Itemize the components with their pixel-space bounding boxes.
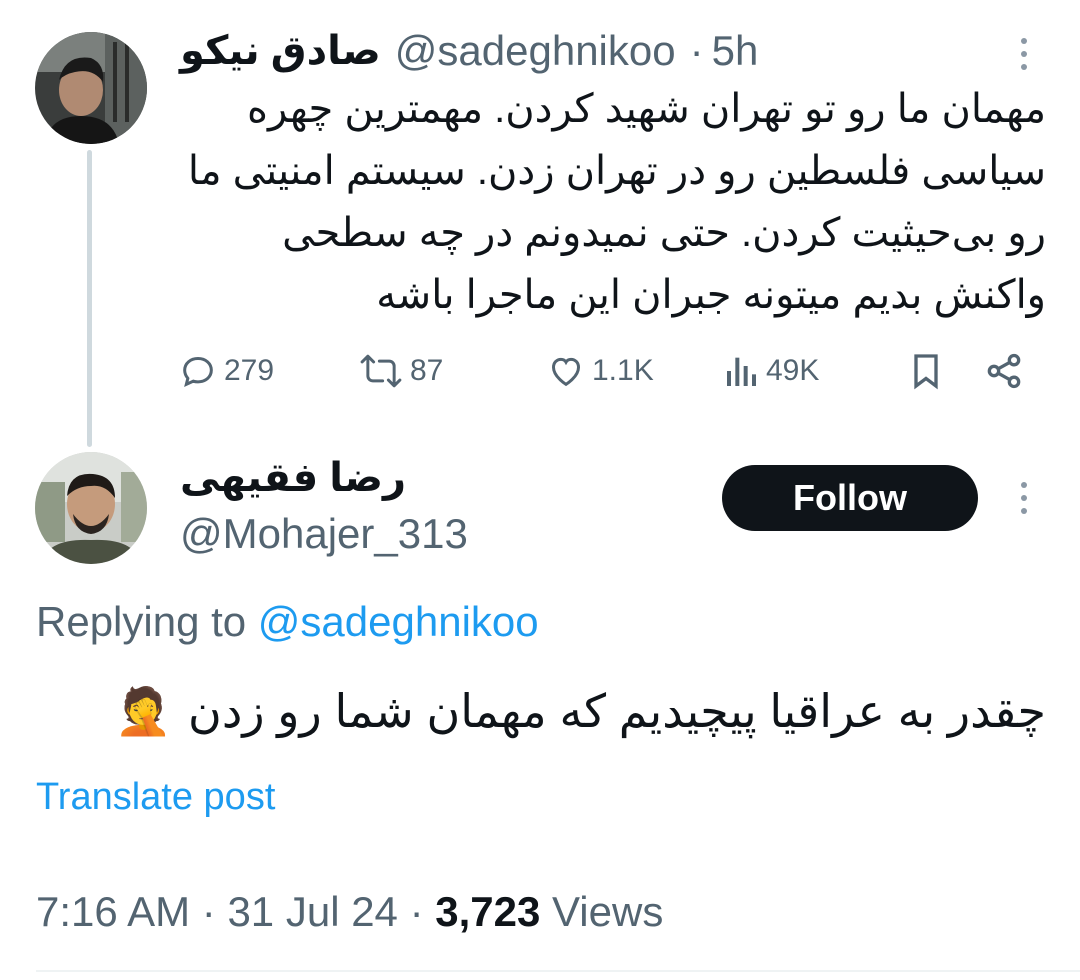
reply-handle[interactable]: @Mohajer_313 [180, 510, 468, 558]
like-count: 1.1K [592, 354, 654, 387]
parent-tweet-header: صادق نیکو @sadeghnikoo · 5h [180, 26, 758, 76]
views-count: 49K [766, 354, 820, 387]
parent-time[interactable]: 5h [712, 27, 759, 75]
parent-text-line: رو بی‌حیثیت کردن. حتی نمیدونم در چه سطحی [282, 211, 1046, 255]
reply-display-name[interactable]: رضا فقیهی [180, 455, 406, 501]
tweet-meta: 7:16 AM · 31 Jul 24 · 3,723 Views [36, 888, 663, 936]
repost-count: 87 [410, 354, 444, 387]
translate-post-link[interactable]: Translate post [36, 776, 275, 819]
bookmark-icon [914, 354, 938, 390]
replying-to-line: Replying to @sadeghnikoo [36, 598, 539, 646]
parent-avatar[interactable] [35, 32, 147, 144]
reply-avatar[interactable] [35, 452, 147, 564]
parent-handle[interactable]: @sadeghnikoo [395, 27, 676, 75]
views-action[interactable]: 49K [724, 348, 819, 394]
reply-action[interactable]: 279 [178, 348, 274, 394]
parent-tweet-text: مهمان ما رو تو تهران شهید کردن. مهمترین … [180, 78, 1046, 326]
thread-line [87, 150, 92, 447]
meta-time[interactable]: 7:16 AM [36, 888, 190, 935]
reply-icon [183, 356, 213, 387]
parent-display-name[interactable]: صادق نیکو [180, 28, 381, 74]
views-label: Views [552, 888, 664, 935]
parent-text-line: مهمان ما رو تو تهران شهید کردن. مهمترین … [247, 87, 1046, 131]
share-action[interactable] [984, 348, 1024, 394]
parent-more-icon[interactable] [1019, 38, 1029, 70]
parent-text-line: سیاسی فلسطین رو در تهران زدن. سیستم امنی… [187, 149, 1046, 193]
bookmark-action[interactable] [906, 348, 946, 394]
meta-separator: · [409, 888, 424, 935]
reply-count: 279 [224, 354, 275, 387]
replying-prefix: Replying to [36, 598, 247, 645]
header-separator: · [689, 27, 704, 74]
heart-icon [551, 357, 581, 387]
reply-text: چقدر به عراقیا پیچیدیم که مهمان شما رو ز… [188, 685, 1046, 737]
views-total: 3,723 [435, 888, 541, 935]
meta-separator: · [201, 888, 216, 935]
repost-icon [360, 354, 402, 388]
replying-to-link[interactable]: @sadeghnikoo [258, 598, 539, 645]
facepalm-emoji: 🤦 [114, 684, 173, 737]
parent-text-line: واکنش بدیم میتونه جبران این ماجرا باشه [376, 273, 1046, 317]
follow-button[interactable]: Follow [722, 465, 978, 531]
like-action[interactable]: 1.1K [546, 348, 654, 394]
meta-date[interactable]: 31 Jul 24 [227, 888, 397, 935]
reply-tweet-text: چقدر به عراقیا پیچیدیم که مهمان شما رو ز… [36, 676, 1046, 746]
views-icon [727, 357, 756, 386]
bottom-divider [36, 970, 1080, 972]
repost-action[interactable]: 87 [358, 348, 443, 394]
share-icon [987, 353, 1021, 389]
reply-more-icon[interactable] [1019, 482, 1029, 514]
